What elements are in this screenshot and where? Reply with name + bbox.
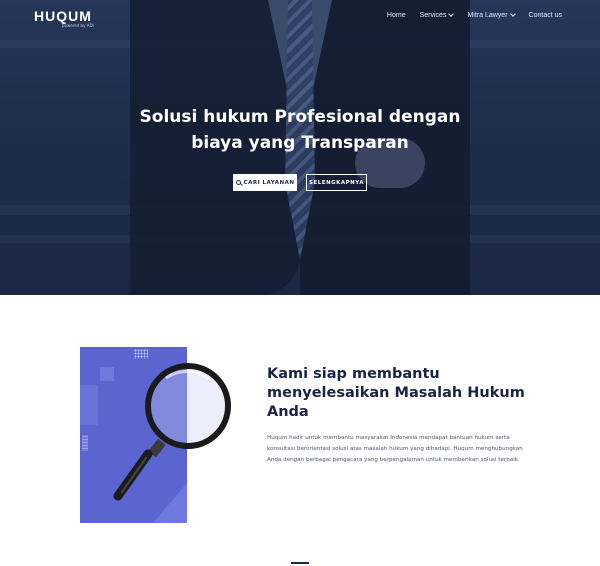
section-divider (291, 562, 309, 564)
nav-item-label: Mitra Lawyer (467, 12, 508, 19)
about-title: Kami siap membantu menyelesaikan Masalah… (267, 365, 547, 422)
hero-section: HUQUM powered by ADI Home Services Mitra… (0, 0, 600, 295)
hero-title-line2: biaya yang Transparan (191, 133, 409, 153)
decor-dots (82, 435, 88, 451)
hero-title-line1: Solusi hukum Profesional dengan (139, 107, 461, 127)
nav-menu: Home Services Mitra Lawyer Contact us (387, 11, 562, 19)
about-title-line2: menyelesaikan Masalah Hukum (267, 385, 525, 401)
logo-subtitle: powered by ADI (62, 23, 94, 28)
nav-item-label: Contact us (528, 12, 562, 19)
chevron-down-icon (448, 11, 455, 17)
nav-item-mitra-lawyer[interactable]: Mitra Lawyer (467, 11, 516, 19)
magnifier-illustration (113, 363, 231, 501)
selengkapnya-label: SELENGKAPNYA (309, 179, 364, 186)
cari-layanan-button[interactable]: CARI LAYANAN (233, 174, 297, 191)
nav-item-label: Home (386, 12, 406, 19)
chevron-down-icon (509, 11, 516, 17)
hero-buttons: CARI LAYANAN SELENGKAPNYA (0, 174, 600, 191)
nav-item-label: Services (419, 12, 447, 19)
logo[interactable]: HUQUM (34, 8, 92, 24)
about-description: Huqum hadir untuk membantu masyarakat In… (267, 435, 523, 464)
cari-layanan-label: CARI LAYANAN (243, 179, 295, 186)
top-nav: HUQUM powered by ADI Home Services Mitra… (0, 0, 600, 34)
decor-rect (80, 385, 98, 425)
about-title-line1: Kami siap membantu (267, 366, 440, 382)
selengkapnya-button[interactable]: SELENGKAPNYA (306, 174, 367, 191)
nav-item-contact[interactable]: Contact us (529, 12, 562, 19)
search-icon (235, 180, 241, 185)
nav-item-services[interactable]: Services (419, 11, 455, 19)
nav-item-home[interactable]: Home (387, 12, 406, 19)
hero-title: Solusi hukum Profesional dengan biaya ya… (0, 104, 600, 156)
about-title-line3: Anda (267, 404, 309, 420)
